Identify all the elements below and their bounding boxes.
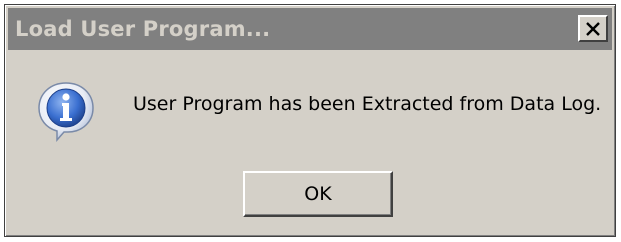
title-bar[interactable]: Load User Program... [8, 8, 612, 50]
dialog-window: Load User Program... User Program has be… [4, 4, 616, 237]
close-button[interactable] [578, 15, 608, 42]
ok-button-label: OK [304, 183, 332, 205]
window-title: Load User Program... [15, 17, 271, 41]
ok-button[interactable]: OK [243, 171, 393, 217]
close-icon [586, 21, 600, 36]
message-text: User Program has been Extracted from Dat… [133, 93, 602, 115]
info-icon [38, 82, 94, 142]
